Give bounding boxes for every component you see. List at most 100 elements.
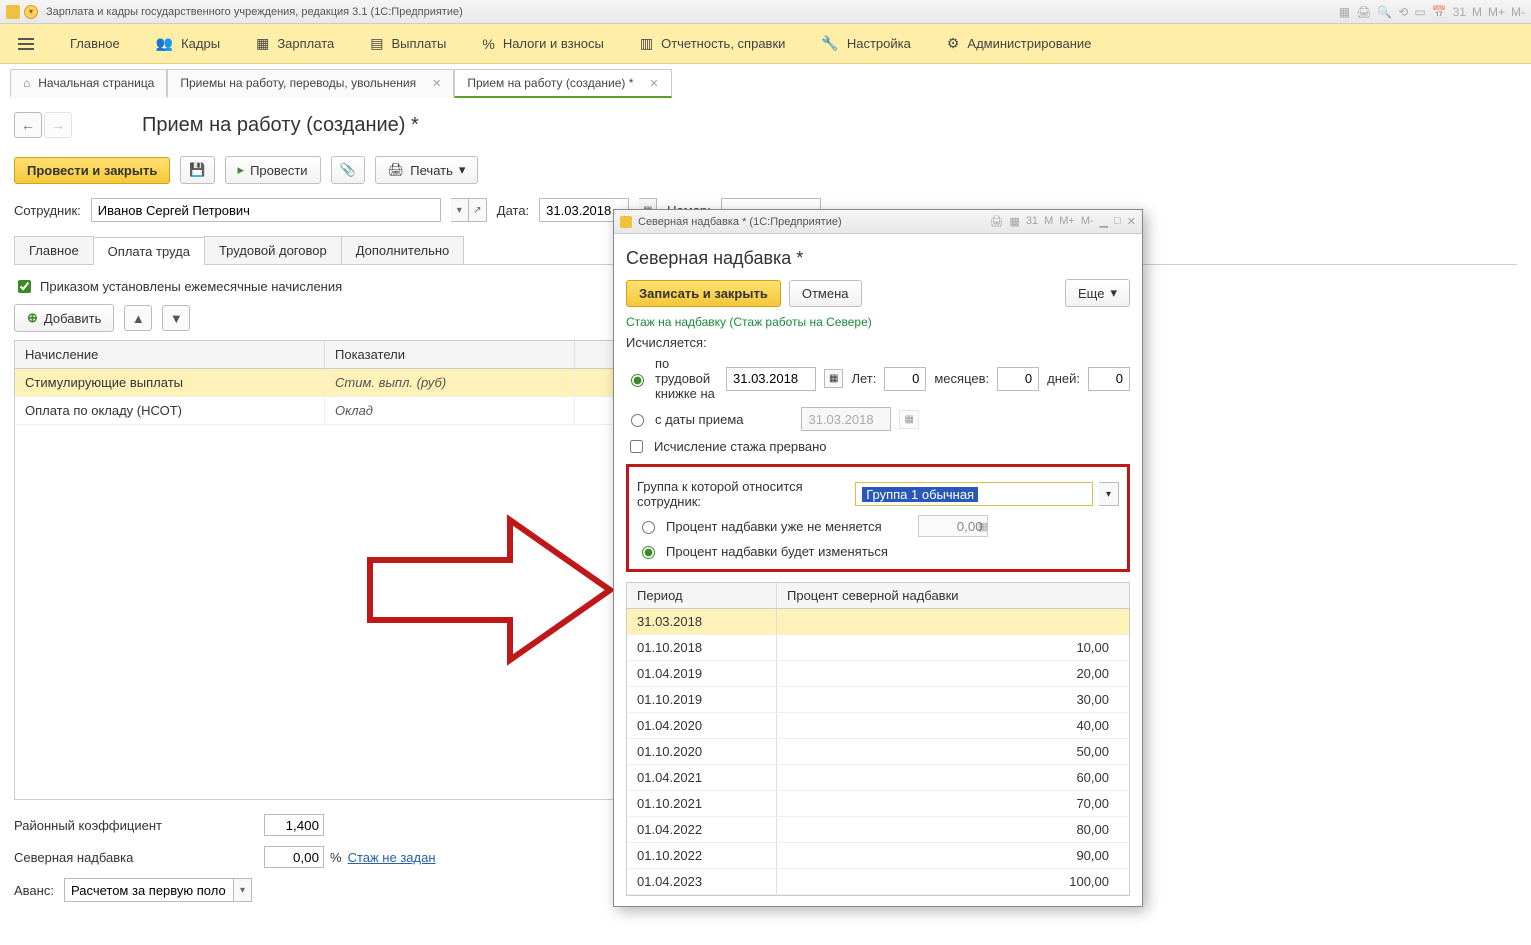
tb-icon-mplus[interactable]: M+ — [1488, 5, 1505, 19]
post-button[interactable]: ▸Провести — [225, 156, 321, 184]
menu-hamburger[interactable] — [0, 24, 52, 63]
mgrid-row[interactable]: 01.10.202290,00 — [627, 843, 1129, 869]
app-icon — [6, 5, 20, 19]
days-input[interactable] — [1088, 367, 1130, 391]
menu-nalogi[interactable]: %Налоги и взносы — [464, 24, 622, 63]
menu-admin[interactable]: ⚙Администрирование — [929, 24, 1110, 63]
nav-back-button[interactable]: ← — [14, 112, 42, 138]
avans-input[interactable] — [64, 878, 234, 902]
radio-pct-fixed[interactable] — [642, 521, 655, 534]
avans-dropdown-icon[interactable]: ▾ — [234, 878, 252, 902]
dlg-icon-mminus[interactable]: M- — [1081, 215, 1094, 228]
move-down-button[interactable]: ▼ — [162, 305, 190, 331]
rk-input[interactable] — [264, 814, 324, 836]
group-dropdown-icon[interactable]: ▾ — [1099, 482, 1119, 506]
tb-icon-print[interactable]: 🖨 — [1356, 5, 1371, 19]
subtab-dop[interactable]: Дополнительно — [341, 236, 465, 264]
menu-zarplata-label: Зарплата — [277, 36, 334, 51]
dlg-icon-m[interactable]: M — [1044, 215, 1053, 228]
nav-forward-button[interactable]: → — [44, 112, 72, 138]
tb-icon-calc[interactable]: ▭ — [1414, 5, 1425, 19]
attach-button[interactable]: 📎 — [331, 156, 365, 184]
tb-icon-1[interactable]: ▦ — [1339, 5, 1350, 19]
dialog-header: Северная надбавка * — [626, 248, 1130, 269]
dlg-icon-date[interactable]: 31 — [1026, 215, 1038, 228]
mgrid-row[interactable]: 01.10.201930,00 — [627, 687, 1129, 713]
app-dropdown-icon[interactable]: ▾ — [24, 5, 38, 19]
radio-priem[interactable] — [631, 414, 644, 427]
mgrid-row[interactable]: 01.10.202170,00 — [627, 791, 1129, 817]
years-label: Лет: — [851, 371, 876, 386]
months-input[interactable] — [997, 367, 1039, 391]
mgrid-row[interactable]: 01.04.201920,00 — [627, 661, 1129, 687]
cal-icon-disabled: ▦ — [899, 410, 918, 429]
employee-input[interactable] — [91, 198, 441, 222]
tab-close-icon[interactable]: ✕ — [432, 77, 441, 90]
mgrid-cell-date: 01.10.2022 — [627, 843, 777, 868]
stazh-green-link[interactable]: Стаж на надбавку (Стаж работы на Севере) — [626, 315, 1130, 329]
dialog-title: Северная надбавка * (1С:Предприятие) — [638, 216, 842, 228]
mgrid-row[interactable]: 01.10.201810,00 — [627, 635, 1129, 661]
add-button[interactable]: ⊕ Добавить — [14, 304, 114, 332]
sn-input[interactable] — [264, 846, 324, 868]
tab-home[interactable]: ⌂Начальная страница — [10, 69, 167, 98]
tb-icon-date[interactable]: 31 — [1453, 5, 1466, 19]
radio-trudovaya[interactable] — [631, 374, 644, 387]
mgrid-row[interactable]: 01.04.202280,00 — [627, 817, 1129, 843]
dlg-icon-close[interactable]: ✕ — [1127, 215, 1136, 228]
menu-main[interactable]: Главное — [52, 24, 138, 63]
dlg-icon-print[interactable]: 🖨 — [989, 215, 1003, 228]
app-title: Зарплата и кадры государственного учрежд… — [46, 6, 463, 18]
subtab-main[interactable]: Главное — [14, 236, 94, 264]
menu-vyplaty[interactable]: ▤Выплаты — [352, 24, 464, 63]
post-and-close-button[interactable]: Провести и закрыть — [14, 157, 170, 184]
order-checkbox[interactable] — [18, 280, 31, 293]
tb-icon-calendar[interactable]: 📅 — [1432, 5, 1447, 19]
move-up-button[interactable]: ▲ — [124, 305, 152, 331]
tb-icon-m[interactable]: M — [1472, 5, 1482, 19]
dlg-icon-min[interactable]: ▁ — [1100, 215, 1108, 228]
menu-zarplata[interactable]: ▦Зарплата — [238, 24, 352, 63]
tb-icon-search[interactable]: 🔍 — [1377, 5, 1392, 19]
menu-otchet[interactable]: ▥Отчетность, справки — [622, 24, 804, 63]
tab-priem-create[interactable]: Прием на работу (создание) *✕ — [454, 69, 671, 98]
mgrid-row[interactable]: 31.03.2018 — [627, 609, 1129, 635]
subtab-dogovor[interactable]: Трудовой договор — [204, 236, 342, 264]
mgrid-cell-date: 01.10.2018 — [627, 635, 777, 660]
mgrid-row[interactable]: 01.04.2023100,00 — [627, 869, 1129, 895]
cal-icon[interactable]: ▦ — [824, 369, 843, 388]
mgrid-row[interactable]: 01.04.202160,00 — [627, 765, 1129, 791]
radio-pct-changing[interactable] — [642, 546, 655, 559]
mgrid-row[interactable]: 01.04.202040,00 — [627, 713, 1129, 739]
print-button[interactable]: 🖨 Печать ▾ — [375, 156, 479, 184]
cancel-button[interactable]: Отмена — [789, 280, 862, 307]
tab-close-icon[interactable]: ✕ — [649, 77, 658, 90]
mgrid-row[interactable]: 01.10.202050,00 — [627, 739, 1129, 765]
trudovaya-date-input[interactable] — [726, 367, 816, 391]
dlg-icon-cal[interactable]: ▦ — [1009, 215, 1019, 228]
save-button[interactable]: 💾 — [180, 156, 214, 184]
more-button[interactable]: Еще ▾ — [1065, 279, 1130, 307]
employee-dropdown-icon[interactable]: ▾ — [451, 198, 469, 222]
pct-symbol: % — [330, 850, 342, 865]
stazh-link[interactable]: Стаж не задан — [348, 850, 436, 865]
dlg-icon-max[interactable]: □ — [1114, 215, 1121, 228]
menu-nastroyka[interactable]: 🔧Настройка — [803, 24, 928, 63]
menu-admin-label: Администрирование — [967, 36, 1091, 51]
group-select[interactable]: Группа 1 обычная — [855, 482, 1093, 506]
subtab-oplata[interactable]: Оплата труда — [93, 237, 205, 265]
save-close-button[interactable]: Записать и закрыть — [626, 280, 781, 307]
menu-kadry[interactable]: 👥Кадры — [138, 24, 238, 63]
tb-icon-refresh[interactable]: ⟲ — [1398, 5, 1408, 19]
years-input[interactable] — [884, 367, 926, 391]
dlg-icon-mplus[interactable]: M+ — [1059, 215, 1075, 228]
tab-priemy[interactable]: Приемы на работу, переводы, увольнения✕ — [167, 69, 454, 98]
radio-trudovaya-label: по трудовой книжке на — [655, 356, 718, 401]
tb-icon-mminus[interactable]: M- — [1511, 5, 1525, 19]
avans-label: Аванс: — [14, 883, 64, 898]
group-select-value: Группа 1 обычная — [862, 487, 978, 502]
titlebar-actions: ▦ 🖨 🔍 ⟲ ▭ 📅 31 M M+ M- — [1339, 5, 1525, 19]
employee-open-icon[interactable]: ↗ — [469, 198, 487, 222]
grid-cell: Оплата по окладу (НСОТ) — [15, 397, 325, 424]
interrupt-checkbox[interactable] — [630, 440, 643, 453]
